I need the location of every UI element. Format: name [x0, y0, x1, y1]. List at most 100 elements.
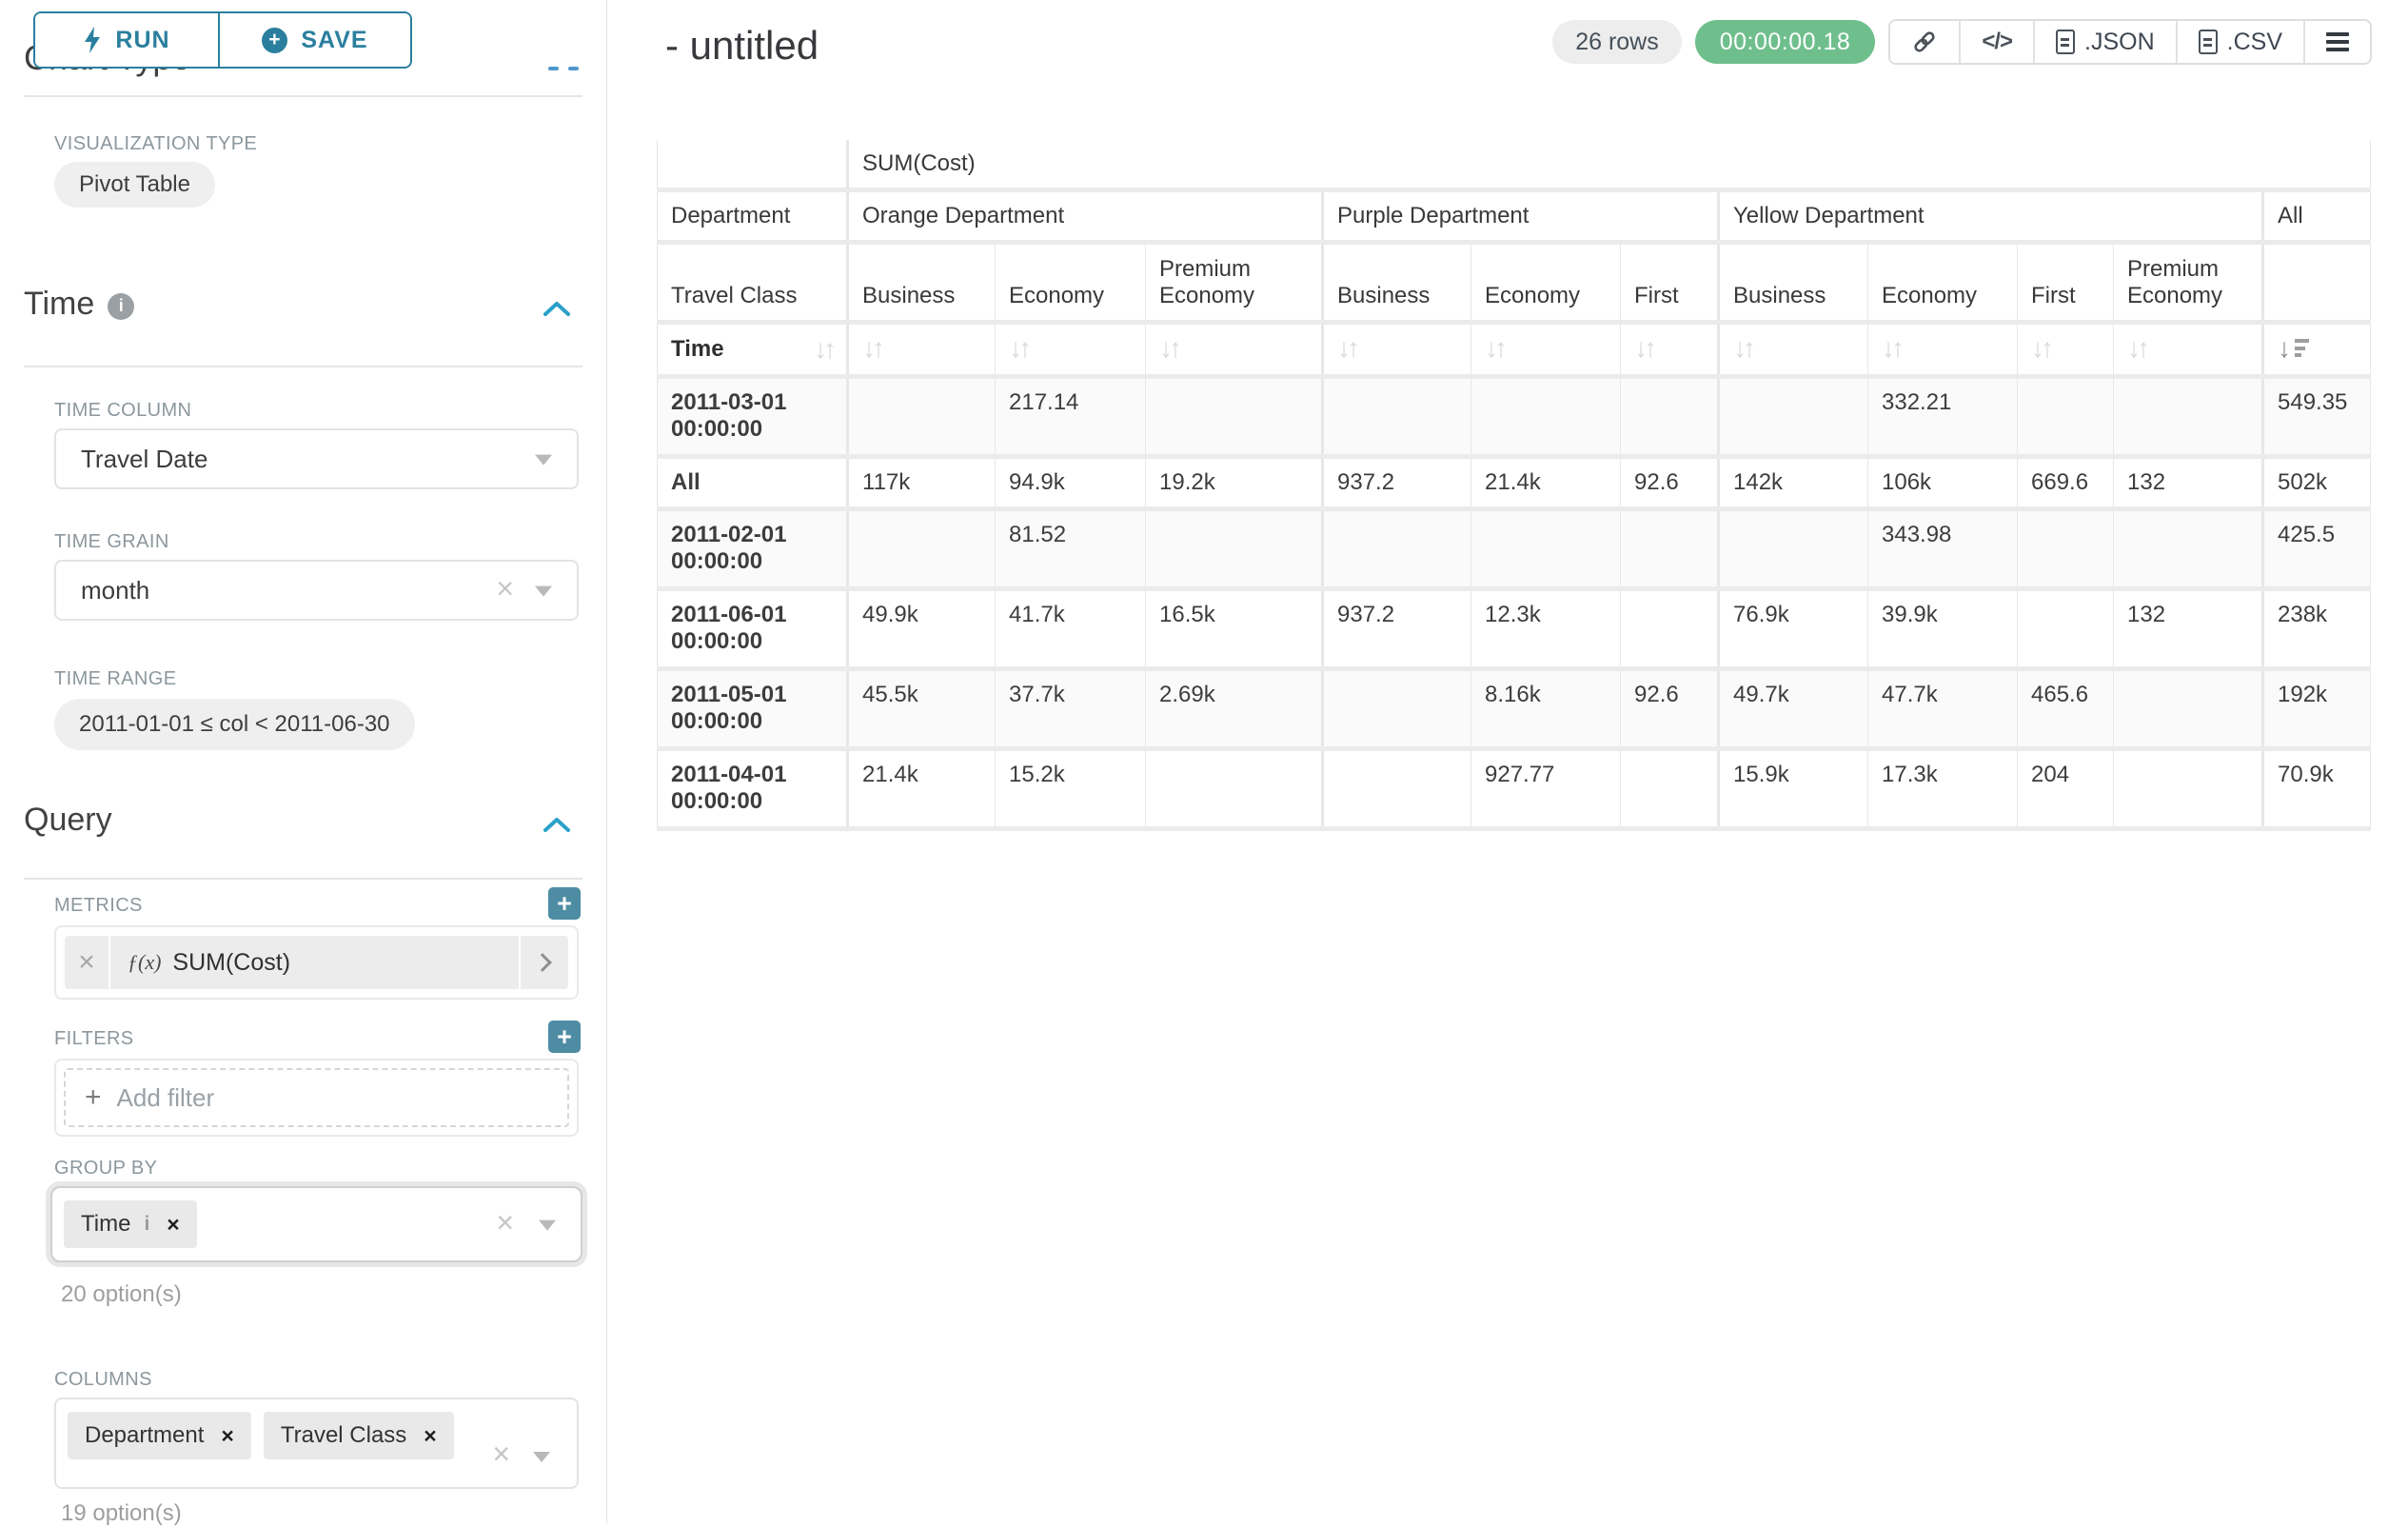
- pivot-corner-cell: [658, 140, 848, 190]
- export-button-group: </> .JSON .CSV: [1888, 19, 2372, 65]
- sort-icon[interactable]: ↓↑: [1485, 335, 1504, 362]
- row-count-badge: 26 rows: [1552, 20, 1682, 64]
- sort-icon[interactable]: ↓↑: [1009, 335, 1028, 362]
- pivot-sort-cell: ↓↑: [1719, 323, 1868, 377]
- pivot-col-group-yellow-department: Yellow Department: [1719, 190, 2263, 243]
- remove-icon[interactable]: ×: [424, 1423, 436, 1449]
- code-icon: </>: [1982, 29, 2012, 55]
- pivot-cell: 132: [2114, 457, 2263, 509]
- sort-desc-icon[interactable]: ↓: [2278, 335, 2309, 362]
- arrow-down-icon: ↓: [2278, 335, 2291, 362]
- group-by-chip[interactable]: Time i ×: [64, 1200, 197, 1248]
- add-filter-button[interactable]: +: [548, 1021, 581, 1053]
- add-filter-dropzone[interactable]: + Add filter: [64, 1068, 569, 1127]
- pivot-cell: 132: [2114, 589, 2263, 669]
- time-grain-select[interactable]: month ×: [54, 560, 579, 621]
- pivot-table-container: SUM(Cost)DepartmentOrange DepartmentPurp…: [657, 140, 2371, 831]
- pivot-cell: 927.77: [1471, 749, 1621, 829]
- query-section-title: Query: [24, 802, 112, 839]
- pivot-cell: 21.4k: [1471, 457, 1621, 509]
- sort-icon[interactable]: ↓↑: [1733, 335, 1752, 362]
- pivot-cell: [1323, 509, 1471, 589]
- remove-icon[interactable]: ×: [167, 1212, 179, 1238]
- pivot-cell: [1323, 749, 1471, 829]
- pivot-cell: 238k: [2263, 589, 2371, 669]
- remove-metric-icon[interactable]: ×: [65, 936, 110, 989]
- time-range-label: TIME RANGE: [54, 668, 176, 690]
- pivot-metric-header: SUM(Cost): [848, 140, 2371, 190]
- pivot-cell: [1621, 589, 1719, 669]
- pivot-sort-cell: ↓: [2263, 323, 2371, 377]
- pivot-cell: [1323, 669, 1471, 749]
- pivot-row-dim-travel-class: Travel Class: [658, 243, 848, 323]
- info-icon[interactable]: i: [144, 1213, 149, 1236]
- pivot-col-header-economy: Economy: [1471, 243, 1621, 323]
- chevron-up-icon[interactable]: [543, 301, 571, 318]
- metrics-label: METRICS: [54, 895, 143, 917]
- control-panel: Chart Type RUN + SAVE VISUALIZATION TYPE…: [0, 0, 607, 1523]
- pivot-cell: 937.2: [1323, 589, 1471, 669]
- time-column-label: TIME COLUMN: [54, 400, 191, 422]
- pivot-cell: [2018, 377, 2114, 457]
- info-icon[interactable]: i: [108, 293, 134, 320]
- pivot-cell: [2114, 669, 2263, 749]
- columns-select[interactable]: Department×Travel Class× ×: [54, 1398, 579, 1489]
- share-link-button[interactable]: [1890, 21, 1961, 63]
- json-file-icon: [2056, 30, 2075, 54]
- sort-icon[interactable]: ↓↑: [2127, 335, 2146, 362]
- columns-chip[interactable]: Travel Class×: [264, 1412, 454, 1459]
- chart-title[interactable]: - untitled: [665, 23, 819, 69]
- chevron-up-icon[interactable]: [543, 817, 571, 834]
- save-button[interactable]: + SAVE: [220, 13, 410, 67]
- run-button[interactable]: RUN: [35, 13, 220, 67]
- sort-icon[interactable]: ↓↑: [1882, 335, 1901, 362]
- sort-icon[interactable]: ↓↑: [2031, 335, 2050, 362]
- pivot-col-header-premium-economy: Premium Economy: [1146, 243, 1323, 323]
- pivot-row-label: 2011-03-01 00:00:00: [658, 377, 848, 457]
- pivot-sort-cell: ↓↑: [1621, 323, 1719, 377]
- metric-item[interactable]: × ƒ(x) SUM(Cost): [65, 936, 568, 989]
- export-csv-button[interactable]: .CSV: [2178, 21, 2305, 63]
- group-by-select[interactable]: Time i × ×: [50, 1186, 582, 1262]
- pivot-sort-cell: ↓↑: [996, 323, 1146, 377]
- add-metric-button[interactable]: +: [548, 887, 581, 920]
- caret-down-icon: [535, 455, 552, 466]
- clear-icon[interactable]: ×: [496, 571, 514, 606]
- pivot-cell: [2114, 749, 2263, 829]
- pivot-cell: 17.3k: [1868, 749, 2018, 829]
- pivot-cell: 465.6: [2018, 669, 2114, 749]
- pivot-cell: [1621, 377, 1719, 457]
- clear-icon[interactable]: ×: [496, 1205, 514, 1240]
- sort-icon[interactable]: ↓↑: [1634, 335, 1653, 362]
- remove-icon[interactable]: ×: [221, 1423, 233, 1449]
- columns-chip[interactable]: Department ×: [68, 1412, 251, 1459]
- pivot-cell: 204: [2018, 749, 2114, 829]
- pivot-cell: 117k: [848, 457, 996, 509]
- viz-type-pill[interactable]: Pivot Table: [54, 162, 215, 208]
- pivot-row-dim-time: Time↓↑: [658, 323, 848, 377]
- time-section-heading: Time i: [24, 286, 134, 323]
- pivot-cell: 8.16k: [1471, 669, 1621, 749]
- pivot-cell: 19.2k: [1146, 457, 1323, 509]
- menu-icon: [2326, 32, 2349, 36]
- chip-label: Department: [85, 1422, 204, 1449]
- pivot-row-dim-department: Department: [658, 190, 848, 243]
- sort-icon[interactable]: ↓↑: [1159, 335, 1178, 362]
- pivot-cell: 142k: [1719, 457, 1868, 509]
- menu-button[interactable]: [2305, 21, 2370, 63]
- query-section-heading: Query: [24, 802, 112, 839]
- export-json-button[interactable]: .JSON: [2035, 21, 2178, 63]
- export-json-label: .JSON: [2084, 29, 2155, 56]
- time-column-select[interactable]: Travel Date: [54, 428, 579, 489]
- sort-icon[interactable]: ↓↑: [862, 335, 881, 362]
- clear-icon[interactable]: ×: [492, 1437, 510, 1472]
- pivot-cell: 16.5k: [1146, 589, 1323, 669]
- sort-icon[interactable]: ↓↑: [1337, 335, 1356, 362]
- pivot-cell: 37.7k: [996, 669, 1146, 749]
- expand-metric-button[interactable]: [519, 936, 568, 989]
- pivot-row-label: 2011-02-01 00:00:00: [658, 509, 848, 589]
- sort-icon[interactable]: ↓↑: [814, 336, 833, 363]
- time-range-pill[interactable]: 2011-01-01 ≤ col < 2011-06-30: [54, 699, 415, 750]
- view-query-button[interactable]: </>: [1961, 21, 2035, 63]
- pivot-cell: 45.5k: [848, 669, 996, 749]
